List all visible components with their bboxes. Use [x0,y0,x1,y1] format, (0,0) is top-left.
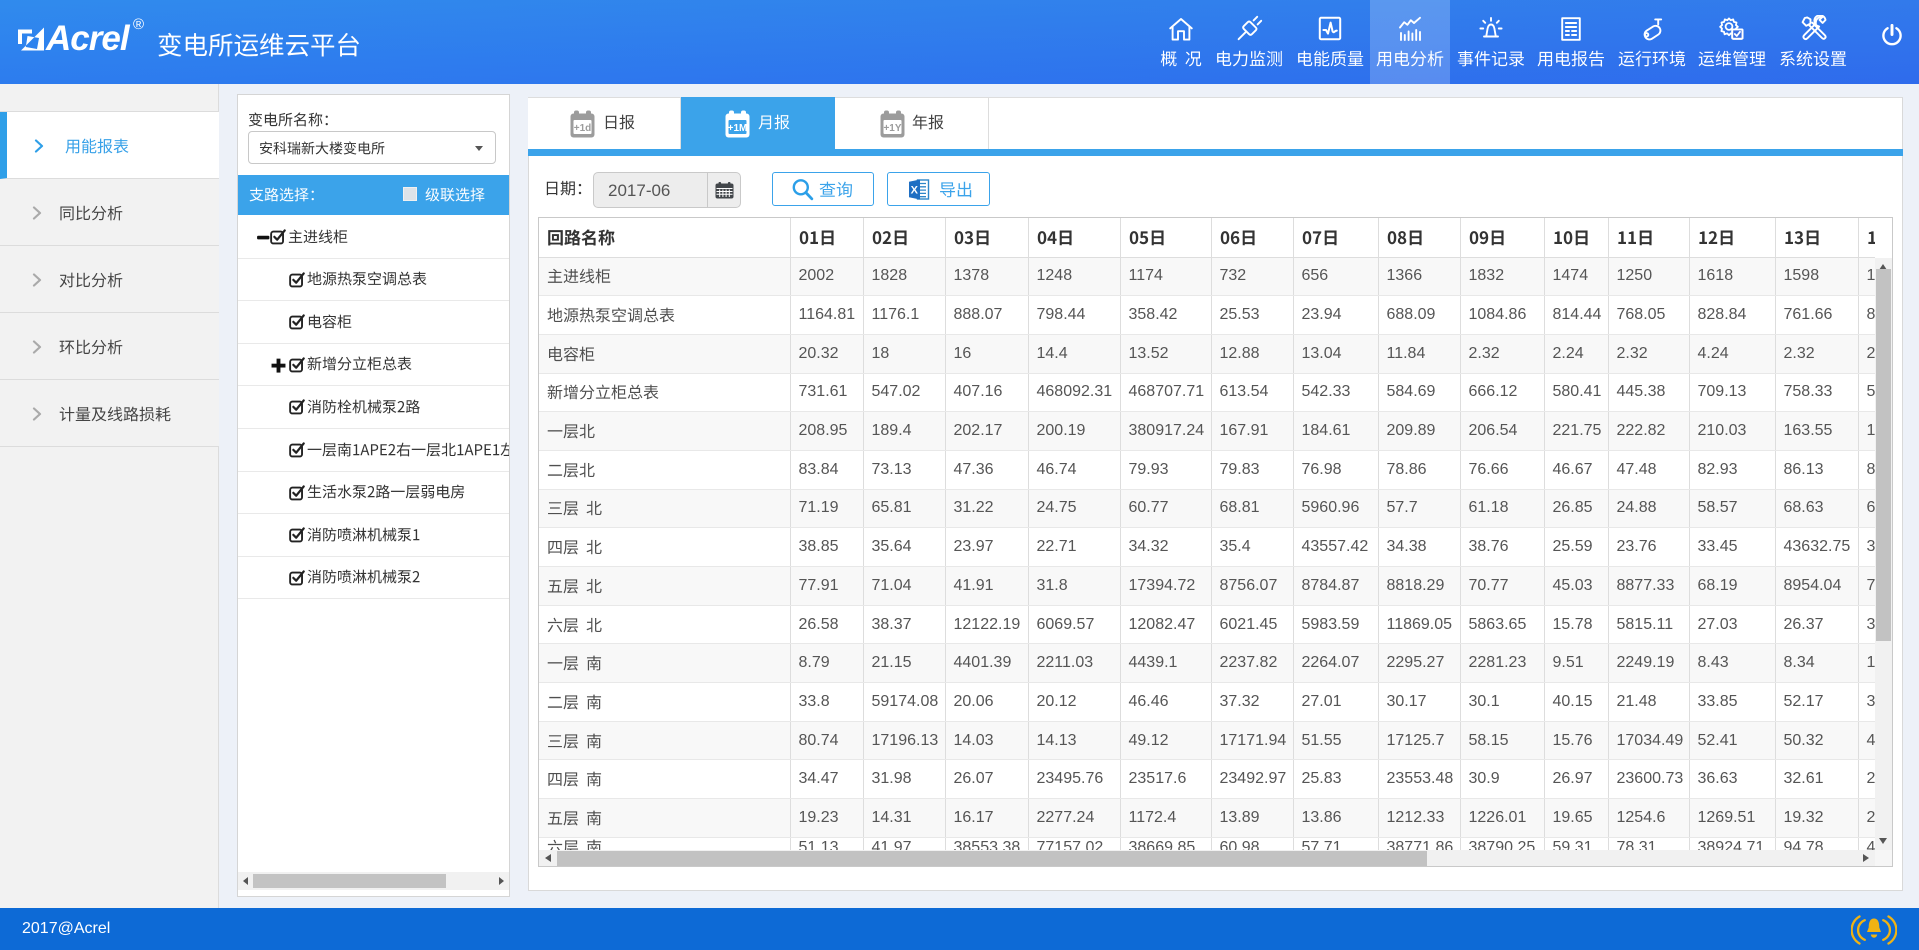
svg-text:X: X [911,185,919,197]
svg-text:+1M: +1M [728,123,748,134]
svg-text:+1d: +1d [574,123,592,134]
svg-text:+1Y: +1Y [883,123,901,134]
